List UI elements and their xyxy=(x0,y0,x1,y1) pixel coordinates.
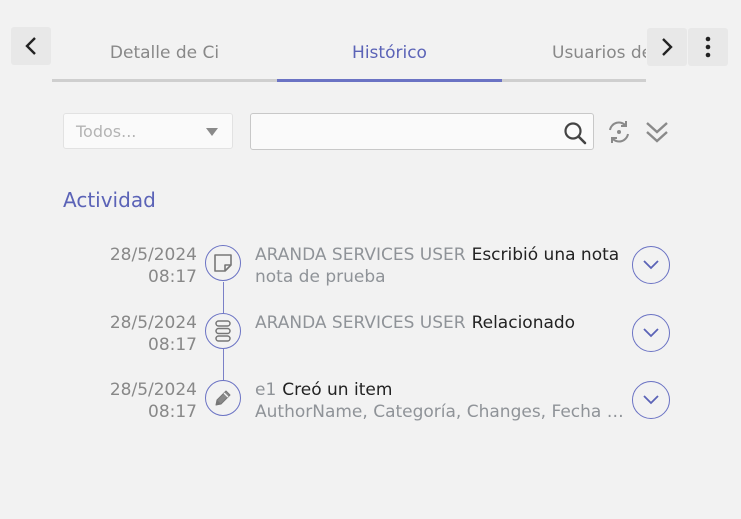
entry-summary: ARANDA SERVICES USER Escribió una nota xyxy=(255,244,619,266)
relation-node xyxy=(205,313,241,349)
refresh-icon[interactable] xyxy=(606,119,632,145)
more-options-button[interactable] xyxy=(688,28,728,66)
entry-action: Creó un item xyxy=(282,380,393,400)
chevron-left-icon xyxy=(25,37,36,55)
entry-action: Relacionado xyxy=(471,313,576,333)
filter-placeholder: Todos... xyxy=(76,122,137,141)
pencil-icon xyxy=(215,390,231,406)
entry-date: 28/5/2024 xyxy=(109,380,197,400)
entry-summary: ARANDA SERVICES USER Relacionado xyxy=(255,312,575,334)
chevron-down-icon xyxy=(643,328,659,338)
entry-datetime: 28/5/2024 08:17 xyxy=(110,244,197,288)
expand-all-icon[interactable] xyxy=(645,120,669,144)
entry-datetime: 28/5/2024 08:17 xyxy=(110,379,197,423)
activity-filter-select[interactable]: Todos... xyxy=(63,113,233,149)
prev-tab-button[interactable] xyxy=(11,27,51,65)
section-title: Actividad xyxy=(63,188,156,212)
tab-bar: Detalle de Ci Histórico Usuarios de xyxy=(52,30,646,82)
note-node xyxy=(205,245,241,281)
chevron-right-icon xyxy=(662,38,673,56)
entry-date: 28/5/2024 xyxy=(109,245,197,265)
entry-time: 08:17 xyxy=(148,402,197,422)
entry-summary: e1 Creó un item xyxy=(255,379,392,401)
note-icon xyxy=(214,254,232,272)
activity-entry: 28/5/2024 08:17 ARANDA SERVICES USER Rela… xyxy=(0,312,741,372)
more-vertical-icon xyxy=(705,36,711,58)
entry-user: e1 xyxy=(255,380,277,400)
chevron-down-icon xyxy=(643,260,659,270)
activity-entry: 28/5/2024 08:17 ARANDA SERVICES USER Escr… xyxy=(0,244,741,304)
entry-time: 08:17 xyxy=(148,267,197,287)
expand-entry-button[interactable] xyxy=(632,381,670,419)
pencil-node xyxy=(205,380,241,416)
search-icon[interactable] xyxy=(563,121,587,145)
entry-detail: AuthorName, Categoría, Changes, Fecha de xyxy=(255,402,625,422)
relation-icon xyxy=(215,320,231,342)
tab-detalle-ci[interactable]: Detalle de Ci xyxy=(52,30,277,82)
tab-usuarios[interactable]: Usuarios de xyxy=(502,30,646,82)
next-tab-button[interactable] xyxy=(647,28,687,66)
search-input[interactable] xyxy=(259,120,553,144)
entry-datetime: 28/5/2024 08:17 xyxy=(110,312,197,356)
entry-date: 28/5/2024 xyxy=(109,313,197,333)
chevron-down-icon xyxy=(643,395,659,405)
entry-user: ARANDA SERVICES USER xyxy=(255,313,466,333)
entry-action: Escribió una nota xyxy=(471,245,620,265)
caret-down-icon xyxy=(206,128,218,136)
entry-user: ARANDA SERVICES USER xyxy=(255,245,466,265)
search-box xyxy=(250,113,594,150)
expand-entry-button[interactable] xyxy=(632,246,670,284)
entry-detail: nota de prueba xyxy=(255,267,386,287)
entry-time: 08:17 xyxy=(148,335,197,355)
activity-entry: 28/5/2024 08:17 e1 Creó un item AuthorNam… xyxy=(0,379,741,439)
expand-entry-button[interactable] xyxy=(632,314,670,352)
tab-historico[interactable]: Histórico xyxy=(277,30,502,82)
